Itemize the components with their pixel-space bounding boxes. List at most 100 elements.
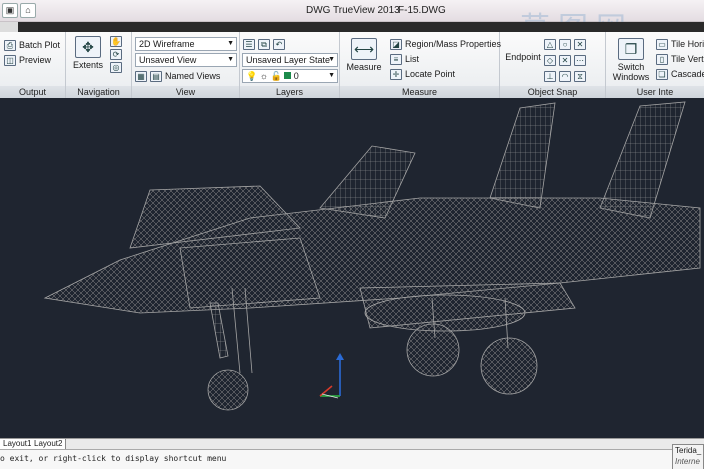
measure-button[interactable]: ⟷ Measure xyxy=(344,38,384,72)
switch-windows-button[interactable]: ❐ Switch Windows xyxy=(610,38,652,82)
list-button[interactable]: ≡ List xyxy=(390,52,419,66)
tab-layout2[interactable]: Layout2 xyxy=(31,439,67,449)
list-icon: ≡ xyxy=(390,53,402,65)
tray-line1: Terida_ xyxy=(675,446,702,455)
gear-door xyxy=(209,302,229,359)
panel-user-interface: ❐ Switch Windows ▭ Tile Horiz ▯ Tile Ver… xyxy=(606,32,704,98)
switch-windows-label: Switch Windows xyxy=(612,62,650,82)
snap-nearest-icon[interactable]: ⧖ xyxy=(574,70,586,82)
dwg-trueview-window: ▣ ⌂ DWG TrueView 2013 F-15.DWG 草图网 ⎙ Bat… xyxy=(0,0,704,469)
command-line[interactable]: o exit, or right-click to display shortc… xyxy=(0,444,704,469)
wireframe-model xyxy=(43,101,701,411)
notification-tray[interactable]: Terida_ Interne xyxy=(672,444,704,469)
layer-properties-icon[interactable]: ☰ xyxy=(243,38,255,50)
tile-horizontal-label: Tile Horiz xyxy=(671,39,704,49)
current-layer-value: 0 xyxy=(293,71,299,81)
views-icon[interactable]: ▤ xyxy=(150,70,162,82)
batch-plot-button[interactable]: ⎙ Batch Plot xyxy=(4,38,60,52)
cascade-label: Cascade xyxy=(671,69,704,79)
printer-icon: ⎙ xyxy=(4,39,16,51)
named-views-button[interactable]: Named Views xyxy=(165,71,220,81)
tile-vertical-label: Tile Verti xyxy=(671,54,704,64)
app-title: DWG TrueView 2013 xyxy=(306,5,400,16)
snap-node-icon[interactable]: ✕ xyxy=(574,38,586,50)
view-cube-icon[interactable]: ▦ xyxy=(135,70,147,82)
locate-point-icon: ✛ xyxy=(390,68,402,80)
ribbon: ⎙ Batch Plot ◫ Preview Output ✥ Extents … xyxy=(0,32,704,98)
panel-view: 2D Wireframe ▼ Unsaved View ▼ ▦ ▤ Named Vi… xyxy=(132,32,240,98)
lightbulb-icon: 💡 xyxy=(246,71,258,81)
sun-icon: ☼ xyxy=(259,71,268,81)
panel-label-output: Output xyxy=(0,86,65,98)
switch-windows-icon: ❐ xyxy=(618,38,644,60)
locate-point-button[interactable]: ✛ Locate Point xyxy=(390,67,455,81)
panel-label-user-interface: User Inte xyxy=(606,86,704,98)
ribbon-tab-home[interactable] xyxy=(0,22,18,32)
chevron-down-icon: ▼ xyxy=(328,56,335,63)
snap-center-icon[interactable]: ○ xyxy=(559,38,571,50)
tail-fin-left xyxy=(489,102,556,209)
lock-icon: 🔓 xyxy=(270,71,282,81)
preview-label: Preview xyxy=(19,55,52,65)
tile-vertical-icon: ▯ xyxy=(656,53,668,65)
measure-label: Measure xyxy=(346,62,382,72)
current-layer-select[interactable]: 💡 ☼ 🔓 0 ▼ xyxy=(242,69,338,83)
extents-label: Extents xyxy=(72,60,103,70)
snap-tangent-icon[interactable]: ◠ xyxy=(559,70,571,82)
batch-plot-label: Batch Plot xyxy=(19,40,61,50)
cascade-icon: ❏ xyxy=(656,68,668,80)
open-icon[interactable]: ⌂ xyxy=(20,3,36,18)
snap-intersection-icon[interactable]: ✕ xyxy=(559,54,571,66)
cascade-button[interactable]: ❏ Cascade xyxy=(656,67,704,81)
panel-output: ⎙ Batch Plot ◫ Preview Output xyxy=(0,32,66,98)
saved-view-value: Unsaved View xyxy=(139,55,197,65)
steering-wheel-icon[interactable]: ◎ xyxy=(110,62,122,73)
ruler-icon: ⟷ xyxy=(351,38,377,60)
panel-object-snap: Endpoint △ ○ ✕ ◇ ✕ ⋯ ⊥ ◠ ⧖ Object Snap xyxy=(500,32,606,98)
zoom-extents-icon: ✥ xyxy=(75,36,101,58)
drawing-canvas[interactable] xyxy=(0,98,704,438)
ucs-icon xyxy=(319,353,344,399)
fuel-tank xyxy=(364,294,526,332)
orbit-icon[interactable]: ⟳ xyxy=(110,49,122,60)
panel-layers: ☰ ⧉ ↶ Unsaved Layer State ▼ 💡 ☼ 🔓 0 ▼ Laye… xyxy=(240,32,340,98)
locate-point-label: Locate Point xyxy=(405,69,456,79)
front-wheel xyxy=(207,369,249,411)
panel-navigation: ✥ Extents ✋ ⟳ ◎ Navigation xyxy=(66,32,132,98)
layer-color-swatch xyxy=(284,72,292,79)
tile-horizontal-icon: ▭ xyxy=(656,38,668,50)
endpoint-button[interactable]: Endpoint xyxy=(504,52,542,62)
title-bar: ▣ ⌂ DWG TrueView 2013 F-15.DWG 草图网 xyxy=(0,0,704,46)
snap-perpendicular-icon[interactable]: ⊥ xyxy=(544,70,556,82)
layer-state-value: Unsaved Layer State xyxy=(246,55,331,65)
layer-previous-icon[interactable]: ↶ xyxy=(273,38,285,50)
snap-quadrant-icon[interactable]: ◇ xyxy=(544,54,556,66)
engine-nacelle xyxy=(179,237,321,309)
visual-style-value: 2D Wireframe xyxy=(139,39,195,49)
app-menu-icon[interactable]: ▣ xyxy=(2,3,18,18)
tile-horizontal-button[interactable]: ▭ Tile Horiz xyxy=(656,37,704,51)
tray-line2: Interne xyxy=(675,457,700,466)
chevron-down-icon: ▼ xyxy=(227,56,234,63)
saved-view-select[interactable]: Unsaved View ▼ xyxy=(135,53,237,67)
snap-extension-icon[interactable]: ⋯ xyxy=(574,54,586,66)
visual-style-select[interactable]: 2D Wireframe ▼ xyxy=(135,37,237,51)
region-mass-icon: ◪ xyxy=(390,38,402,50)
panel-label-object-snap: Object Snap xyxy=(500,86,605,98)
extents-button[interactable]: ✥ Extents xyxy=(71,36,105,70)
main-wheel-left xyxy=(406,323,460,377)
tile-vertical-button[interactable]: ▯ Tile Verti xyxy=(656,52,704,66)
panel-label-measure: Measure xyxy=(340,86,499,98)
chevron-down-icon: ▼ xyxy=(227,40,234,47)
ribbon-tab-strip xyxy=(0,22,704,32)
snap-midpoint-icon[interactable]: △ xyxy=(544,38,556,50)
pan-icon[interactable]: ✋ xyxy=(110,36,122,47)
panel-measure: ⟷ Measure ◪ Region/Mass Properties ≡ Lis… xyxy=(340,32,501,98)
preview-button[interactable]: ◫ Preview xyxy=(4,53,51,67)
layout-tab-bar: Layout1 Layout2 xyxy=(0,438,704,449)
region-mass-button[interactable]: ◪ Region/Mass Properties xyxy=(390,37,501,51)
layer-isolate-icon[interactable]: ⧉ xyxy=(258,38,270,50)
layer-state-select[interactable]: Unsaved Layer State ▼ xyxy=(242,53,338,67)
file-name: F-15.DWG xyxy=(398,5,446,16)
list-label: List xyxy=(405,54,420,64)
